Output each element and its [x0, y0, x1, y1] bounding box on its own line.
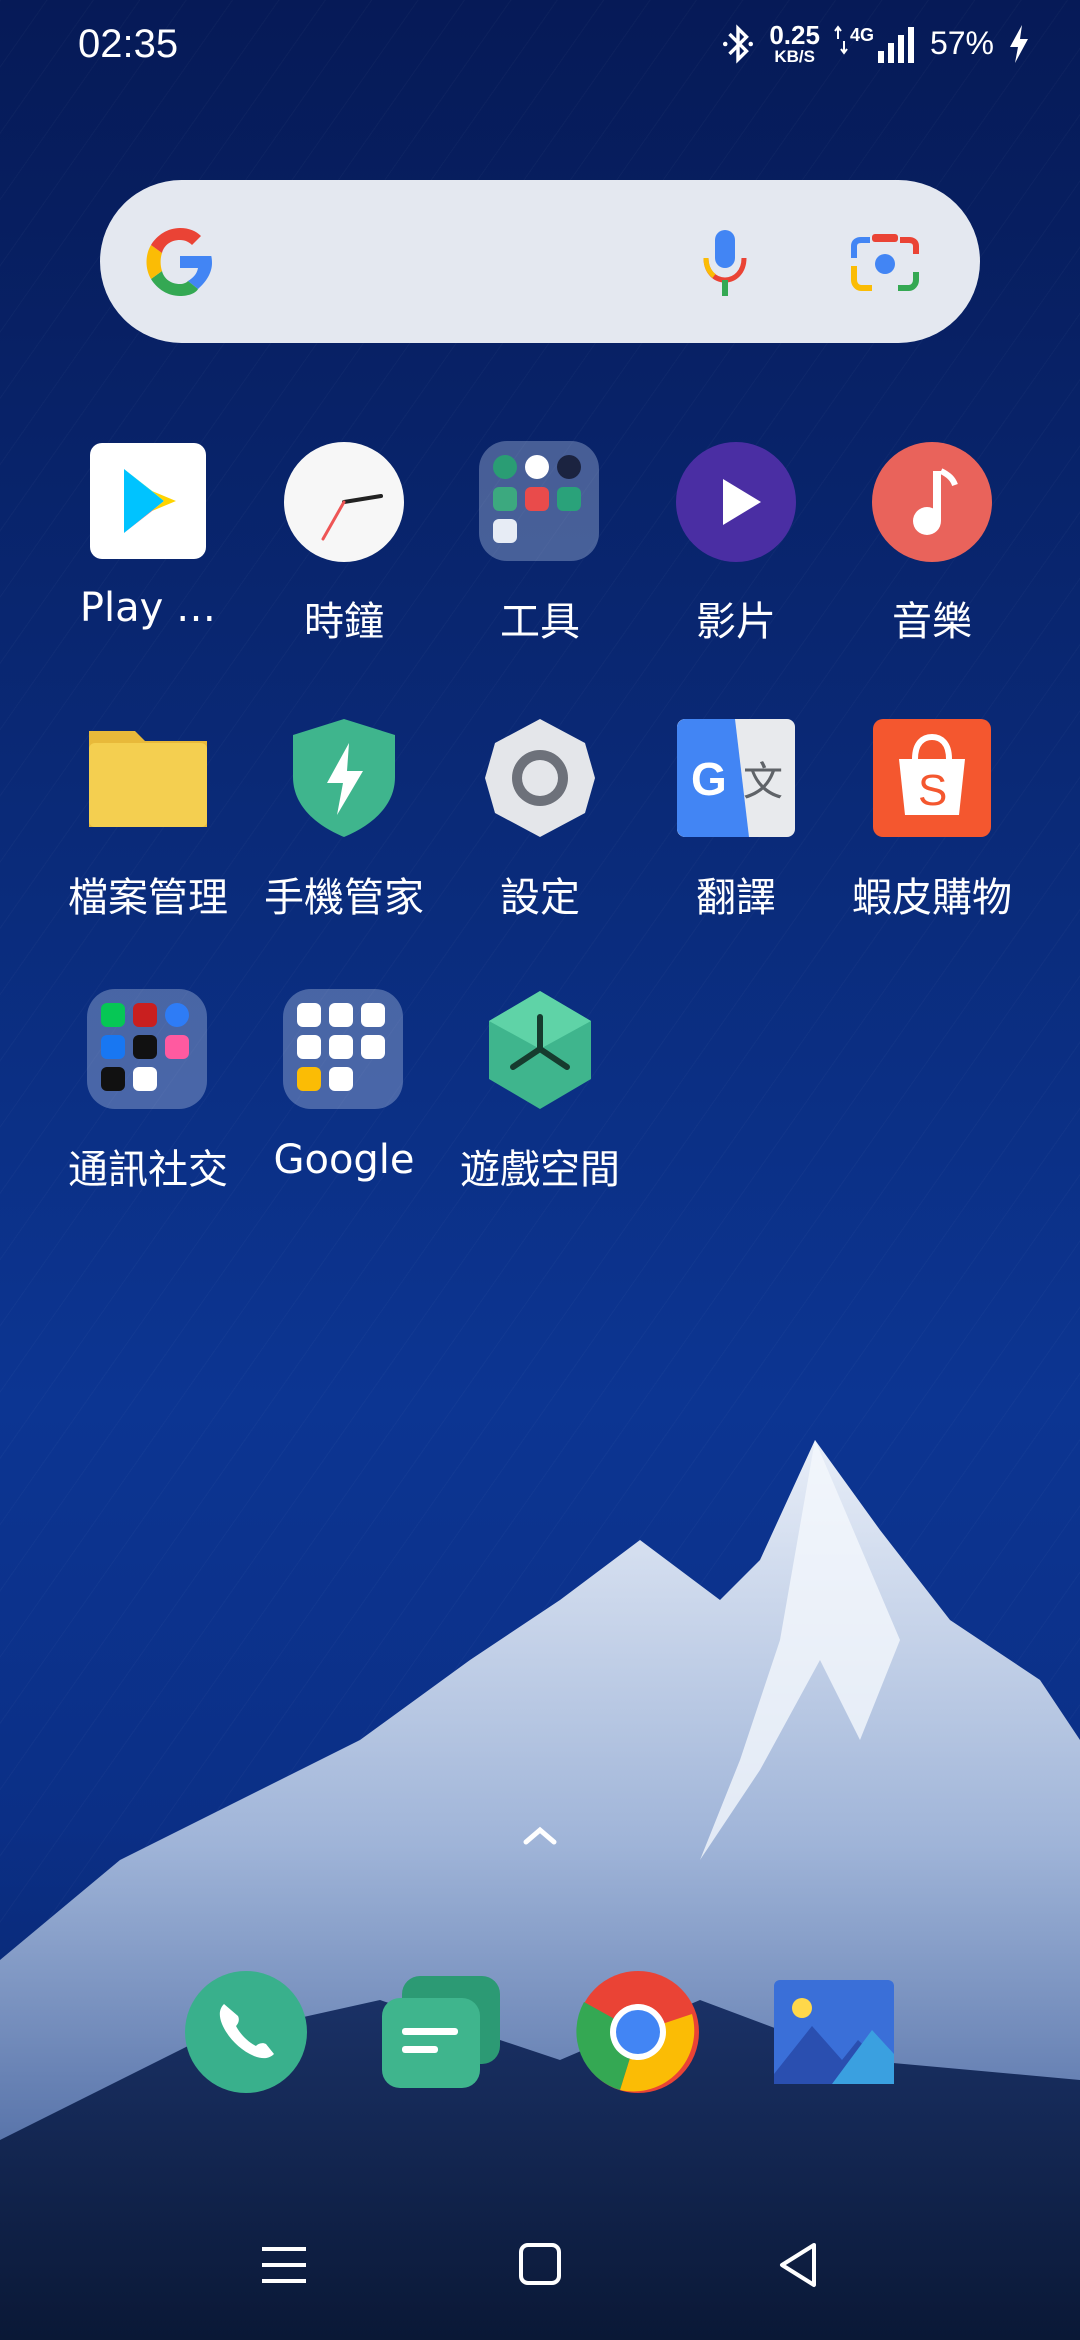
- phone-icon: [185, 1971, 307, 2093]
- svg-text:G: G: [691, 753, 727, 805]
- app-translate[interactable]: G 文 翻譯: [638, 717, 834, 923]
- status-bar: 02:35 0.25 KB/S 4G 57%: [0, 0, 1080, 95]
- app-video[interactable]: 影片: [638, 441, 834, 647]
- mic-icon[interactable]: [700, 228, 750, 298]
- mountain-wallpaper: [0, 1440, 1080, 2340]
- app-label: 翻譯: [696, 875, 776, 921]
- app-label: 通訊社交: [68, 1147, 228, 1193]
- dock-chrome[interactable]: [576, 1970, 700, 2094]
- google-search-bar[interactable]: [100, 180, 980, 343]
- app-label: 設定: [500, 875, 580, 921]
- play-store-icon: [90, 443, 206, 559]
- app-label: 遊戲空間: [460, 1147, 620, 1193]
- app-game-space[interactable]: 遊戲空間: [442, 989, 638, 1195]
- chevron-up-icon[interactable]: [520, 1822, 560, 1848]
- network-speed: 0.25 KB/S: [769, 22, 820, 65]
- app-shopee[interactable]: S 蝦皮購物: [834, 717, 1030, 923]
- app-phone-manager[interactable]: 手機管家: [246, 717, 442, 923]
- app-social-folder[interactable]: 通訊社交: [50, 989, 246, 1195]
- gallery-icon: [774, 1980, 894, 2084]
- dock-phone[interactable]: [184, 1970, 308, 2094]
- app-settings[interactable]: 設定: [442, 717, 638, 923]
- settings-gear-icon: [479, 717, 601, 839]
- app-label: Google: [273, 1137, 415, 1183]
- music-icon: [871, 441, 993, 563]
- app-label: 蝦皮購物: [852, 875, 1012, 921]
- clock-time: 02:35: [78, 22, 179, 66]
- svg-text:S: S: [918, 766, 947, 815]
- battery-percent: 57%: [929, 25, 994, 61]
- lens-camera-icon[interactable]: [850, 232, 920, 294]
- app-label: 工具: [500, 599, 580, 645]
- app-label: 影片: [696, 599, 776, 645]
- file-manager-icon: [87, 717, 209, 839]
- net-speed-unit: KB/S: [774, 47, 815, 66]
- charging-icon: [1010, 24, 1028, 63]
- app-google-folder[interactable]: Google: [246, 989, 442, 1183]
- social-folder-icon: [87, 989, 209, 1111]
- net-speed-value: 0.25: [769, 20, 820, 50]
- network-type: 4G: [849, 24, 874, 45]
- app-label: 檔案管理: [68, 875, 228, 921]
- phone-manager-icon: [283, 717, 405, 839]
- google-folder-icon: [283, 989, 405, 1111]
- app-file-manager[interactable]: 檔案管理: [50, 717, 246, 923]
- app-tools-folder[interactable]: 工具: [442, 441, 638, 647]
- dock-messages[interactable]: [380, 1970, 504, 2094]
- chrome-icon: [576, 1971, 699, 2093]
- app-label: Play …: [79, 585, 217, 631]
- app-label: 時鐘: [304, 599, 384, 645]
- app-play-store[interactable]: Play …: [50, 443, 246, 631]
- video-icon: [675, 441, 797, 563]
- app-music[interactable]: 音樂: [834, 441, 1030, 647]
- app-clock[interactable]: 時鐘: [246, 441, 442, 647]
- app-label: 音樂: [892, 599, 972, 645]
- messages-icon: [382, 1976, 500, 2088]
- google-logo-icon: [146, 228, 212, 296]
- signal-icon: [877, 26, 914, 63]
- shopee-icon: S: [871, 717, 993, 839]
- menu-icon[interactable]: [262, 2235, 306, 2295]
- clock-icon: [283, 441, 405, 563]
- home-icon[interactable]: [518, 2235, 562, 2295]
- svg-text:文: 文: [743, 759, 783, 805]
- bluetooth-icon: [723, 23, 754, 64]
- back-icon[interactable]: [776, 2235, 820, 2295]
- app-label: 手機管家: [264, 875, 424, 921]
- data-arrows-icon: [834, 24, 848, 55]
- dock-gallery[interactable]: [772, 1970, 896, 2094]
- tools-folder-icon: [479, 441, 601, 563]
- game-space-icon: [479, 989, 601, 1111]
- translate-icon: G 文: [675, 717, 797, 839]
